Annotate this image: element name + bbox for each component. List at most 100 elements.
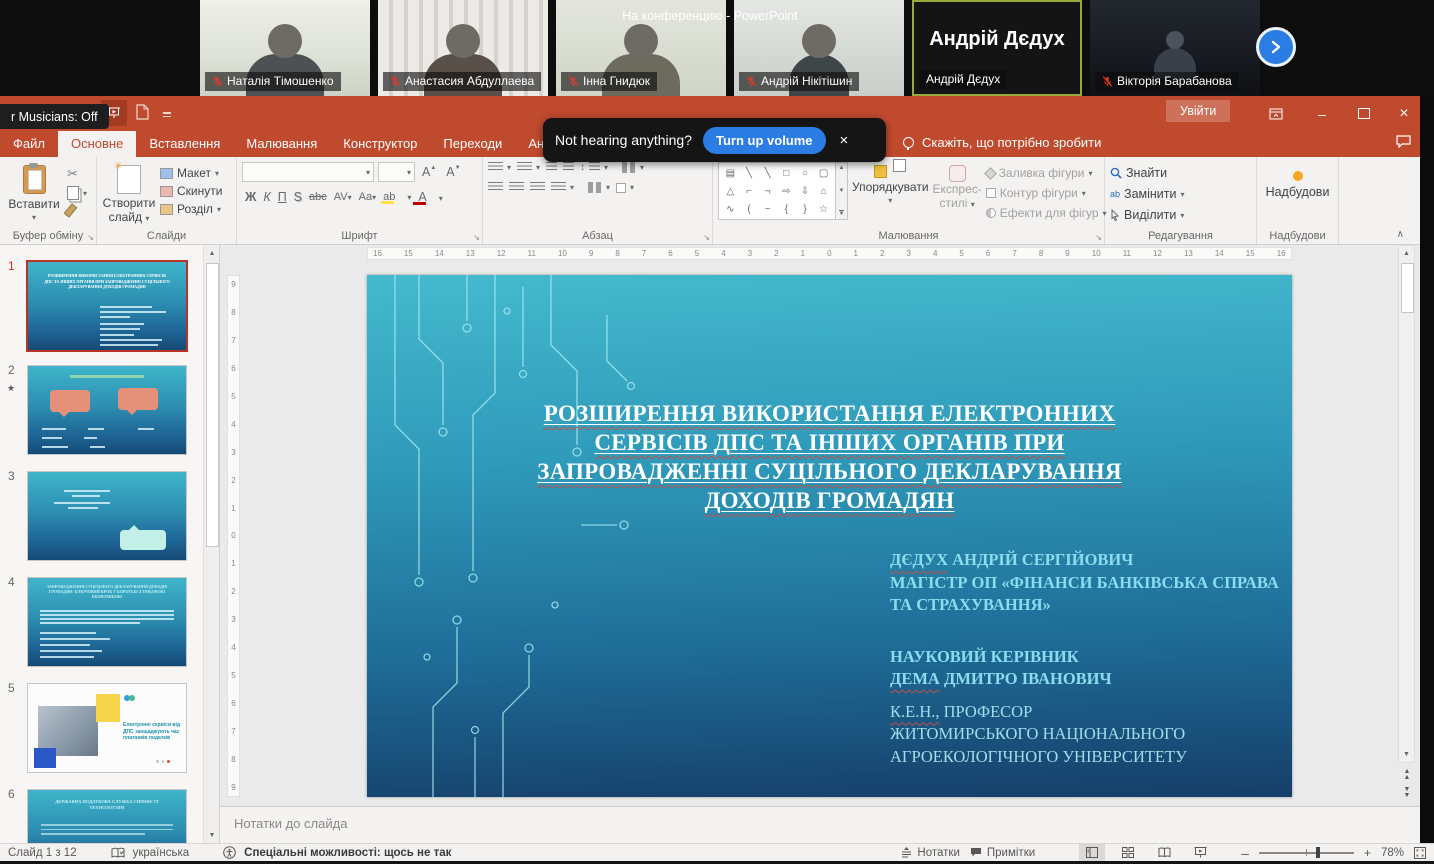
justify-button[interactable]: ▾ — [551, 182, 574, 193]
tab-insert[interactable]: Вставлення — [136, 131, 233, 157]
underline-button[interactable]: П — [275, 189, 290, 205]
addins-button[interactable]: Надбудови — [1262, 185, 1333, 199]
increase-font-button[interactable]: А▲ — [419, 164, 439, 180]
format-painter-button[interactable] — [67, 204, 87, 217]
scroll-up-icon[interactable]: ▲ — [1399, 246, 1414, 261]
slideshow-view-button[interactable] — [1187, 844, 1213, 861]
shape-glyph[interactable]: } — [803, 204, 806, 215]
language-indicator[interactable]: українська — [133, 847, 190, 859]
tell-me-box[interactable]: Скажіть, що потрібно зробити — [903, 135, 1101, 150]
next-slide-button[interactable]: ▼▼ — [1400, 787, 1414, 799]
bullets-button[interactable]: ▾ — [488, 162, 511, 173]
next-participants-button[interactable] — [1256, 27, 1296, 67]
horizontal-ruler[interactable]: 1615141312111098765432101234567891011121… — [367, 247, 1292, 260]
shape-glyph[interactable]: ╲ — [746, 168, 752, 179]
comments-share-button[interactable] — [1396, 135, 1411, 153]
minimize-button[interactable]: – — [1304, 96, 1340, 131]
slide-title[interactable]: РОЗШИРЕННЯ ВИКОРИСТАННЯ ЕЛЕКТРОННИХ СЕРВ… — [367, 399, 1292, 515]
shape-glyph[interactable]: ⌂ — [821, 186, 827, 197]
quick-styles-button[interactable]: Експрес- стилі ▾ — [933, 162, 982, 228]
reading-view-button[interactable] — [1151, 844, 1177, 861]
shape-glyph[interactable]: ▢ — [819, 168, 828, 179]
character-spacing-button[interactable]: AV▾ — [331, 190, 355, 204]
dialog-launcher-icon[interactable]: ↘ — [87, 233, 94, 242]
italic-button[interactable]: К — [260, 189, 273, 205]
shape-glyph[interactable]: ○ — [802, 168, 808, 179]
align-center-button[interactable] — [509, 182, 524, 193]
slide-thumbnail-1[interactable]: РОЗШИРЕННЯ ВИКОРИСТАННЯ ЕЛЕКТРОННИХ СЕРВ… — [28, 262, 186, 350]
text-direction-button[interactable]: ▾ — [622, 162, 644, 173]
slide-canvas[interactable]: РОЗШИРЕННЯ ВИКОРИСТАННЯ ЕЛЕКТРОННИХ СЕРВ… — [367, 275, 1292, 797]
collapse-ribbon-icon[interactable]: ∧ — [1397, 229, 1404, 240]
slide-thumbnail-2[interactable] — [28, 366, 186, 454]
ribbon-display-options-button[interactable] — [1258, 96, 1294, 131]
tab-transitions[interactable]: Переходи — [430, 131, 515, 157]
tab-draw[interactable]: Малювання — [233, 131, 330, 157]
scroll-down-icon[interactable]: ▼ — [1399, 747, 1414, 762]
zoom-slider[interactable] — [1259, 852, 1354, 854]
shape-glyph[interactable]: ⇩ — [801, 186, 809, 197]
copy-button[interactable]: ▾ — [67, 186, 87, 200]
close-button[interactable]: × — [1386, 96, 1422, 131]
shape-glyph[interactable]: ∿ — [726, 204, 734, 215]
font-name-combobox[interactable]: ▾ — [242, 162, 374, 182]
sign-in-button[interactable]: Увійти — [1166, 100, 1230, 122]
arrange-button[interactable]: Упорядкувати ▾ — [852, 162, 929, 228]
accessibility-icon[interactable] — [223, 846, 236, 859]
notes-toggle-button[interactable]: Нотатки — [901, 847, 959, 859]
dialog-launcher-icon[interactable]: ↘ — [1095, 233, 1102, 242]
decrease-font-button[interactable]: А▼ — [443, 164, 463, 180]
dialog-launcher-icon[interactable]: ↘ — [473, 233, 480, 242]
align-left-button[interactable] — [488, 182, 503, 193]
main-vertical-scrollbar[interactable]: ▲ ▼ — [1398, 245, 1415, 763]
comments-toggle-button[interactable]: Примітки — [970, 847, 1035, 859]
notes-pane[interactable]: Нотатки до слайда — [220, 806, 1420, 843]
tab-file[interactable]: Файл — [0, 131, 58, 157]
slide-thumbnail-5[interactable]: Електронні сервіси від ДПС заощаджують ч… — [28, 684, 186, 772]
font-size-combobox[interactable]: ▾ — [378, 162, 415, 182]
restore-button[interactable] — [1346, 96, 1382, 131]
thumbnail-panel-scrollbar[interactable]: ▲ ▼ — [203, 245, 220, 843]
shape-glyph[interactable]: ╲ — [765, 168, 771, 179]
shape-glyph[interactable]: ( — [747, 204, 750, 215]
paste-button[interactable]: Вставити ▾ — [5, 162, 63, 228]
shape-glyph[interactable]: ▤ — [726, 168, 735, 179]
shape-glyph[interactable]: ~ — [765, 204, 771, 215]
slide-thumbnail-3[interactable] — [28, 472, 186, 560]
vertical-ruler[interactable]: 9876543210123456789 — [227, 275, 240, 797]
new-slide-button[interactable]: Створити слайд ▾ — [102, 162, 156, 228]
zoom-in-button[interactable]: + — [1364, 846, 1371, 860]
change-case-button[interactable]: Aa▾ — [356, 190, 379, 204]
previous-slide-button[interactable]: ▲▲ — [1400, 769, 1414, 781]
line-spacing-button[interactable]: ↕▾ — [580, 162, 608, 173]
shape-fill-button[interactable]: Заливка фігури▾ — [986, 166, 1107, 180]
normal-view-button[interactable] — [1079, 844, 1105, 861]
turn-up-volume-button[interactable]: Turn up volume — [703, 127, 826, 154]
shape-glyph[interactable]: ⇨ — [782, 186, 790, 197]
accessibility-status[interactable]: Спеціальні можливості: щось не так — [244, 847, 451, 859]
slide-thumbnail-4[interactable]: ЗАПРОВАДЖЕННЯ СУЦІЛЬНОГО ДЕКЛАРУВАННЯ ДО… — [28, 578, 186, 666]
reset-button[interactable]: Скинути — [160, 184, 222, 198]
decrease-indent-button[interactable] — [546, 162, 557, 173]
shapes-gallery[interactable]: ▤╲╲□○▢△⌐¬⇨⇩⌂∿(~{}☆ — [718, 162, 836, 220]
close-notification-icon[interactable]: × — [840, 132, 849, 149]
scrollbar-thumb[interactable] — [1401, 263, 1414, 313]
slide-author-block[interactable]: ДЄДУХ АНДРІЙ СЕРГІЙОВИЧ МАГІСТР ОП «ФІНА… — [890, 549, 1279, 768]
tab-design[interactable]: Конструктор — [330, 131, 430, 157]
find-button[interactable]: Знайти — [1110, 166, 1185, 180]
numbering-button[interactable]: ▾ — [517, 162, 540, 173]
highlight-color-button[interactable]: ab▾ — [380, 190, 414, 204]
cut-button[interactable]: ✂ — [67, 166, 87, 182]
text-shadow-button[interactable]: S — [291, 189, 305, 205]
zoom-out-button[interactable]: – — [1241, 845, 1249, 861]
shape-glyph[interactable]: ⌐ — [746, 186, 752, 197]
fit-to-window-icon[interactable] — [1414, 847, 1426, 859]
shape-glyph[interactable]: □ — [783, 168, 789, 179]
scroll-down-icon[interactable]: ▼ — [204, 827, 220, 843]
spell-check-icon[interactable] — [111, 847, 125, 859]
tab-home[interactable]: Основне — [58, 131, 136, 157]
increase-indent-button[interactable] — [563, 162, 574, 173]
customize-qat-button[interactable] — [163, 112, 171, 119]
strikethrough-button[interactable]: abc — [306, 190, 330, 204]
scrollbar-thumb[interactable] — [206, 263, 219, 547]
